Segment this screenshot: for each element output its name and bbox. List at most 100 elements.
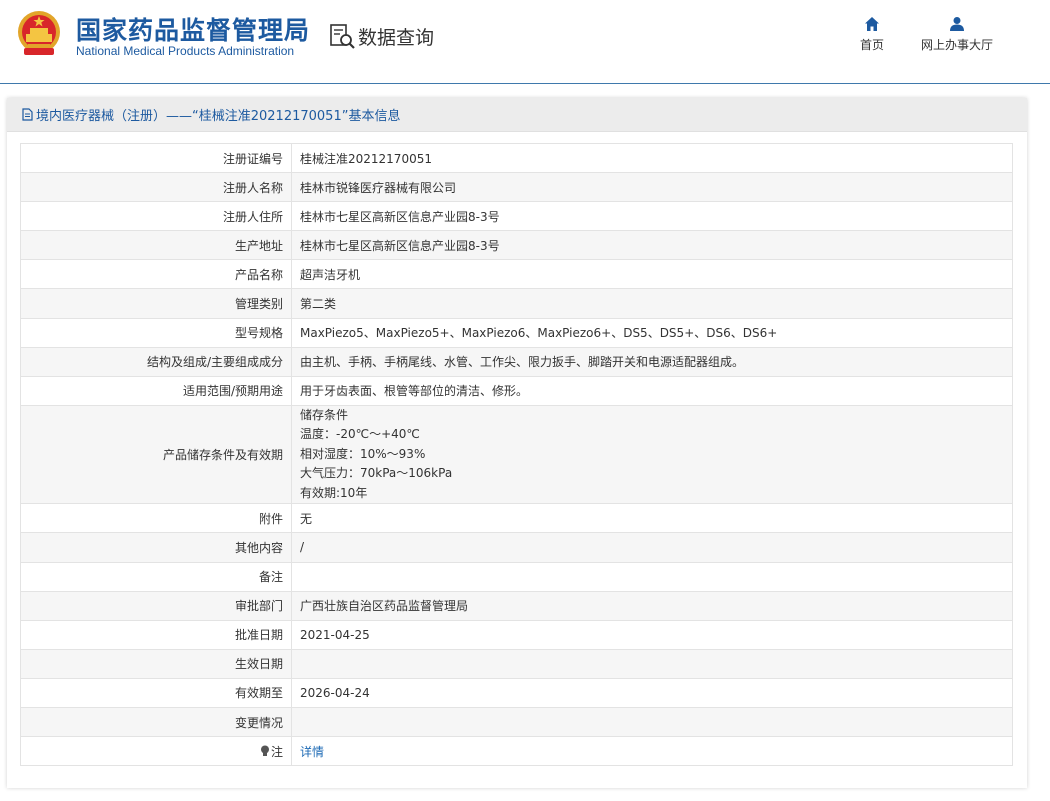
row-value: MaxPiezo5、MaxPiezo5+、MaxPiezo6、MaxPiezo6… [300, 326, 778, 341]
row-label: 产品名称 [234, 267, 283, 282]
row-label: 注册证编号 [222, 151, 283, 166]
row-label-cell: 附件 [20, 503, 292, 534]
row-value-cell: / [291, 532, 1013, 563]
row-label-cell: 有效期至 [20, 677, 292, 709]
table-row: 产品储存条件及有效期 储存条件温度：-20℃～+40℃ 相对湿度：10%～93% 大气… [20, 404, 1013, 505]
row-label-cell: 产品储存条件及有效期 [20, 404, 292, 505]
row-value-cell: 2021-04-25 [291, 619, 1013, 650]
table-row: 备注 [20, 561, 1013, 592]
table-row: 产品名称 超声洁牙机 [20, 259, 1013, 290]
panel-title: 境内医疗器械（注册）——“桂械注准20212170051”基本信息 [36, 109, 401, 124]
row-label: 附件 [258, 511, 283, 526]
nav-home-label: 首页 [859, 38, 884, 52]
row-label-cell: 注册人名称 [20, 172, 292, 203]
row-label-cell: 型号规格 [20, 317, 292, 348]
row-value: 2026-04-24 [300, 685, 370, 700]
row-value-cell: 储存条件温度：-20℃～+40℃ 相对湿度：10%～93% 大气压力：70kPa～1… [291, 404, 1013, 505]
row-value-cell: 桂林市七星区高新区信息产业园8-3号 [291, 230, 1013, 261]
row-label: 变更情况 [234, 715, 283, 730]
panel-title-bar: 境内医疗器械（注册）——“桂械注准20212170051”基本信息 [7, 98, 1027, 132]
row-value: 无 [300, 511, 313, 526]
row-label: 审批部门 [234, 599, 283, 614]
table-row: 有效期至 2026-04-24 [20, 677, 1013, 709]
row-label-cell: 审批部门 [20, 590, 292, 621]
row-label-cell: 注册证编号 [20, 142, 292, 174]
row-label-cell: 管理类别 [20, 288, 292, 319]
row-value-cell: 超声洁牙机 [291, 259, 1013, 290]
national-emblem-icon [18, 11, 60, 55]
table-row: 注册人名称 桂林市锐锋医疗器械有限公司 [20, 172, 1013, 203]
row-label-cell: 产品名称 [20, 259, 292, 290]
row-value: 由主机、手柄、手柄尾线、水管、工作尖、限力扳手、脚踏开关和电源适配器组成。 [300, 355, 745, 370]
table-row: 型号规格 MaxPiezo5、MaxPiezo5+、MaxPiezo6、MaxPi… [20, 317, 1013, 348]
row-label: 适用范围/预期用途 [182, 384, 283, 399]
table-row: 注册证编号 桂械注准20212170051 [20, 142, 1013, 174]
table-row: 附件 无 [20, 503, 1013, 534]
row-label-cell: 批准日期 [20, 619, 292, 650]
registration-info-table: 注册证编号 桂械注准20212170051 注册人名称 桂林市锐锋医疗器械有限公司 注册… [20, 142, 1013, 767]
lightbulb-icon [260, 745, 269, 756]
storage-condition-line: 相对湿度：10%～93% [300, 446, 426, 461]
row-value-cell: 用于牙齿表面、根管等部位的清洁、修形。 [291, 375, 1013, 406]
brand-title: 国家药品监督管理局 [76, 16, 311, 45]
nav-online-hall-label: 网上办事大厅 [920, 38, 993, 52]
row-label: 管理类别 [234, 297, 283, 312]
table-row: 其他内容 / [20, 532, 1013, 563]
storage-condition-line: 大气压力：70kPa～106kPa [300, 466, 453, 481]
row-label-cell: 变更情况 [20, 706, 292, 738]
row-label-cell: 生产地址 [20, 230, 292, 261]
storage-condition-line: 温度：-20℃～+40℃ [300, 427, 420, 442]
document-search-icon [330, 24, 355, 49]
nav-online-hall[interactable]: 网上办事大厅 [915, 16, 999, 53]
row-value-cell: 桂林市锐锋医疗器械有限公司 [291, 172, 1013, 203]
table-row: 注 详情 [20, 736, 1013, 767]
row-label-cell: 注册人住所 [20, 201, 292, 232]
table-row: 注册人住所 桂林市七星区高新区信息产业园8-3号 [20, 201, 1013, 232]
table-row: 审批部门 广西壮族自治区药品监督管理局 [20, 590, 1013, 621]
row-value-cell [291, 648, 1013, 679]
row-value: 桂林市七星区高新区信息产业园8-3号 [300, 209, 500, 224]
storage-condition-line: 有效期:10年 [300, 485, 368, 500]
row-label-cell: 备注 [20, 561, 292, 592]
row-value-cell: 广西壮族自治区药品监督管理局 [291, 590, 1013, 621]
row-value-cell: 2026-04-24 [291, 677, 1013, 709]
row-label-cell: 适用范围/预期用途 [20, 375, 292, 406]
table-row: 变更情况 [20, 706, 1013, 738]
row-label: 批准日期 [234, 628, 283, 643]
row-label-cell: 结构及组成/主要组成成分 [20, 346, 292, 377]
home-icon [865, 17, 879, 31]
table-row: 管理类别 第二类 [20, 288, 1013, 319]
row-value-cell: 桂林市七星区高新区信息产业园8-3号 [291, 201, 1013, 232]
row-label: 生产地址 [234, 238, 283, 253]
row-label: 型号规格 [234, 326, 283, 341]
detail-link[interactable]: 详情 [300, 745, 324, 759]
row-label: 其他内容 [234, 540, 283, 555]
nav-home[interactable]: 首页 [855, 16, 889, 53]
row-value: 桂林市七星区高新区信息产业园8-3号 [300, 238, 500, 253]
row-label-cell: 生效日期 [20, 648, 292, 679]
row-value: 桂械注准20212170051 [300, 151, 432, 166]
row-label-cell: 注 [20, 736, 292, 767]
table-row: 适用范围/预期用途 用于牙齿表面、根管等部位的清洁、修形。 [20, 375, 1013, 406]
row-label: 生效日期 [234, 657, 283, 672]
row-value-cell: 第二类 [291, 288, 1013, 319]
user-icon [950, 17, 964, 31]
data-query-label: 数据查询 [358, 26, 435, 49]
data-query-heading: 数据查询 [328, 22, 434, 50]
row-label: 备注 [258, 570, 283, 585]
table-row: 生产地址 桂林市七星区高新区信息产业园8-3号 [20, 230, 1013, 261]
table-row: 生效日期 [20, 648, 1013, 679]
storage-condition-line: 储存条件 [300, 407, 349, 422]
row-value: 第二类 [300, 297, 337, 312]
row-value: 桂林市锐锋医疗器械有限公司 [300, 180, 457, 195]
row-value-cell: 桂械注准20212170051 [291, 142, 1013, 174]
row-value: 广西壮族自治区药品监督管理局 [300, 599, 469, 614]
row-value: 超声洁牙机 [300, 267, 361, 282]
row-label: 注 [270, 744, 283, 759]
detail-panel: 境内医疗器械（注册）——“桂械注准20212170051”基本信息 注册证编号桂… [7, 98, 1027, 788]
row-value-cell: 无 [291, 503, 1013, 534]
row-label: 注册人名称 [222, 180, 283, 195]
row-label: 结构及组成/主要组成成分 [146, 355, 283, 370]
row-value-cell [291, 706, 1013, 738]
row-value-cell: MaxPiezo5、MaxPiezo5+、MaxPiezo6、MaxPiezo6… [291, 317, 1013, 348]
